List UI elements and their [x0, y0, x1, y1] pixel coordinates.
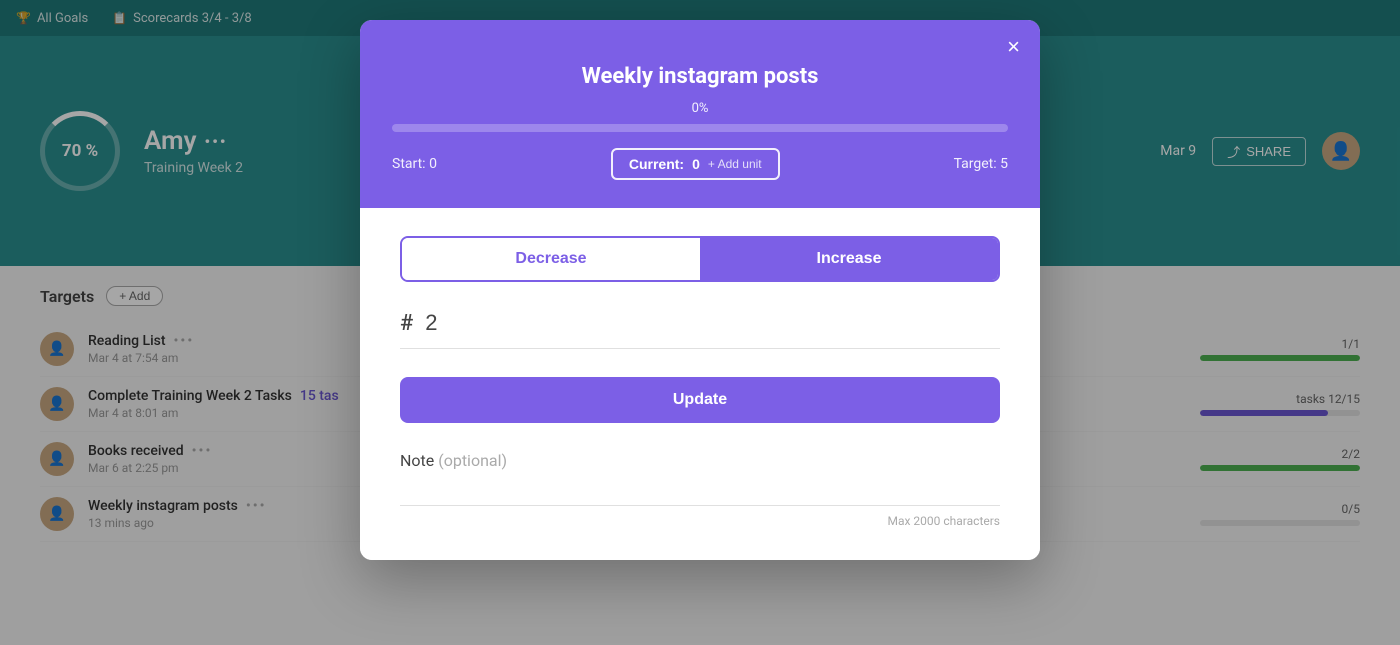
start-value: 0 — [429, 156, 437, 172]
modal-body: Decrease Increase # Update Note (optiona… — [360, 208, 1040, 560]
update-button[interactable]: Update — [400, 377, 1000, 423]
modal-progress-percent: 0% — [392, 101, 1008, 116]
target-label: Target: 5 — [954, 156, 1008, 172]
modal-title: Weekly instagram posts — [392, 64, 1008, 89]
note-input[interactable] — [400, 482, 1000, 506]
progress-track — [392, 124, 1008, 132]
note-max-chars: Max 2000 characters — [400, 514, 1000, 528]
increase-button[interactable]: Increase — [700, 238, 998, 280]
number-row: # — [400, 310, 1000, 349]
modal-overlay: 👤 × Weekly instagram posts 0% Start: 0 C… — [0, 0, 1400, 645]
decrease-button[interactable]: Decrease — [402, 238, 700, 280]
target-value: 5 — [1000, 156, 1008, 172]
add-unit-label[interactable]: + Add unit — [708, 157, 762, 171]
modal-close-button[interactable]: × — [1007, 36, 1020, 58]
modal: 👤 × Weekly instagram posts 0% Start: 0 C… — [360, 20, 1040, 560]
note-label: Note (optional) — [400, 451, 1000, 470]
start-label: Start: 0 — [392, 156, 437, 172]
current-button[interactable]: Current: 0 + Add unit — [611, 148, 780, 180]
current-value: 0 — [692, 156, 700, 172]
start-target-row: Start: 0 Current: 0 + Add unit Target: 5 — [392, 148, 1008, 180]
note-section: Note (optional) Max 2000 characters — [400, 451, 1000, 528]
number-hash: # — [400, 311, 413, 336]
number-input[interactable] — [425, 310, 485, 336]
toggle-row: Decrease Increase — [400, 236, 1000, 282]
modal-header: × Weekly instagram posts 0% Start: 0 Cur… — [360, 20, 1040, 208]
